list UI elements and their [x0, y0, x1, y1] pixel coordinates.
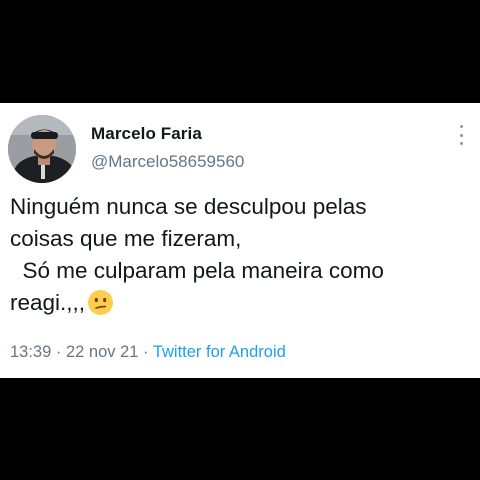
confused-face-emoji-icon [87, 289, 114, 316]
meta-separator: · [138, 343, 153, 361]
vertical-ellipsis-icon[interactable] [455, 125, 467, 145]
tweet-time: 13:39 [10, 343, 52, 361]
tweet-line-last: reagi.,,, [10, 287, 475, 319]
tweet-line: Ninguém nunca se desculpou pelas [10, 194, 367, 219]
tweet-source-link[interactable]: Twitter for Android [153, 343, 286, 361]
tweet-card: Marcelo Faria @Marcelo58659560 Ninguém n… [0, 103, 480, 378]
avatar[interactable] [8, 115, 76, 183]
tweet-text: Ninguém nunca se desculpou pelas coisas … [10, 191, 475, 319]
dot [459, 125, 463, 128]
tweet-date[interactable]: 22 nov 21 [66, 343, 138, 361]
dot [459, 142, 463, 145]
tweet-line: Só me culparam pela maneira como [10, 258, 384, 283]
tweet-line: coisas que me fizeram, [10, 226, 242, 251]
meta-separator: · [51, 343, 66, 361]
tweet-line-text: reagi.,,, [10, 290, 86, 315]
display-name[interactable]: Marcelo Faria [91, 124, 202, 144]
dot [459, 133, 463, 137]
user-handle[interactable]: @Marcelo58659560 [91, 152, 244, 172]
tweet-meta: 13:39 · 22 nov 21 · Twitter for Android [10, 343, 286, 362]
